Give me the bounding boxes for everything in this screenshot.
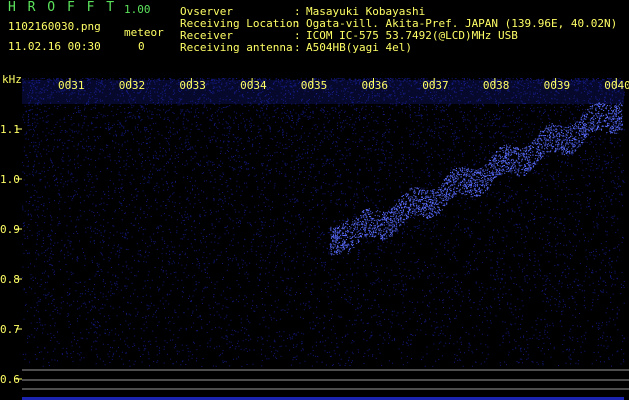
y-tick-label: 0.8: [0, 273, 20, 286]
x-tick-label: 0036: [362, 79, 389, 92]
signal-layer: [330, 102, 623, 256]
spectrogram: kHz 0031 0032 0033 0034 0035 0036 0037 0038 0039 0…: [0, 73, 629, 400]
noise-layer: [22, 78, 625, 367]
axis-layer: kHz 0031 0032 0033 0034 0035 0036 0037 0038 0039 0…: [0, 73, 629, 400]
y-axis-unit: kHz: [2, 73, 22, 86]
x-tick-label: 0038: [483, 79, 510, 92]
y-tick-label: 1.1: [0, 123, 20, 136]
x-tick-label: 0035: [301, 79, 328, 92]
x-tick-label: 0034: [240, 79, 267, 92]
x-tick-label: 0040: [604, 79, 629, 92]
x-tick-label: 0039: [544, 79, 571, 92]
y-tick-label: 0.6: [0, 373, 20, 386]
y-tick-label: 0.9: [0, 223, 20, 236]
x-tick-label: 0032: [119, 79, 146, 92]
x-tick-label: 0033: [179, 79, 206, 92]
y-tick-label: 1.0: [0, 173, 20, 186]
y-tick-label: 0.7: [0, 323, 20, 336]
x-tick-label: 0037: [422, 79, 449, 92]
x-tick-label: 0031: [58, 79, 85, 92]
